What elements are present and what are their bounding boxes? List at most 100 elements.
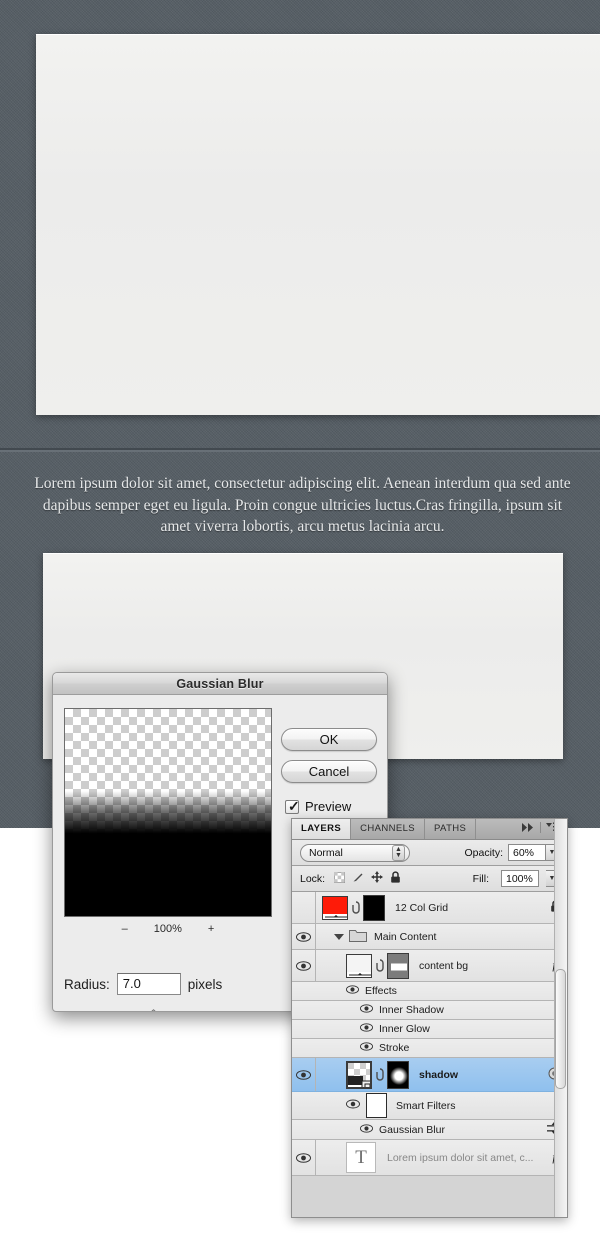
- table-row[interactable]: Smart Filters: [292, 1092, 567, 1120]
- layer-content: T Lorem ipsum dolor sit amet, c... fx: [316, 1140, 567, 1175]
- link-icon[interactable]: [375, 959, 384, 972]
- tab-bar-spacer: [476, 819, 516, 839]
- link-icon[interactable]: [351, 901, 360, 914]
- blend-mode-value: Normal: [309, 846, 343, 859]
- section-divider: [0, 448, 600, 452]
- layer-name: Gaussian Blur: [379, 1123, 445, 1136]
- tab-layers[interactable]: LAYERS: [292, 819, 352, 839]
- visibility-toggle[interactable]: [292, 1140, 316, 1175]
- preview-checkbox-row[interactable]: ✓ Preview: [285, 799, 351, 814]
- layers-panel[interactable]: LAYERS CHANNELS PATHS Normal ▲ ▼ Opacity…: [291, 818, 568, 1218]
- layer-content: Main Content: [316, 924, 567, 949]
- table-row[interactable]: Gaussian Blur: [292, 1120, 567, 1140]
- layer-name: Inner Shadow: [379, 1004, 444, 1016]
- radius-label: Radius:: [64, 976, 110, 992]
- layer-content: content bg fx: [316, 950, 567, 981]
- visibility-toggle[interactable]: [292, 950, 316, 981]
- radius-slider[interactable]: [71, 1007, 316, 1011]
- dialog-titlebar[interactable]: Gaussian Blur: [53, 673, 387, 695]
- lock-transparency-icon[interactable]: [333, 871, 346, 886]
- table-row[interactable]: Effects: [292, 982, 567, 1001]
- table-row[interactable]: Inner Glow: [292, 1020, 567, 1039]
- eye-icon[interactable]: [360, 1004, 373, 1016]
- text-layer-thumbnail[interactable]: T: [346, 1142, 376, 1173]
- zoom-in-button[interactable]: +: [208, 923, 214, 935]
- lock-fill-row: Lock: Fill: 100% ▼: [292, 866, 567, 892]
- visibility-toggle[interactable]: [292, 924, 316, 949]
- table-row[interactable]: content bg fx: [292, 950, 567, 982]
- table-row[interactable]: T Lorem ipsum dolor sit amet, c... fx: [292, 1140, 567, 1176]
- visibility-toggle[interactable]: [292, 1058, 316, 1091]
- type-icon: T: [355, 1146, 367, 1168]
- ok-button[interactable]: OK: [281, 728, 377, 751]
- eye-icon: [296, 960, 311, 971]
- lock-all-icon[interactable]: [390, 871, 401, 886]
- layer-thumbnail[interactable]: [322, 895, 348, 920]
- table-row[interactable]: Main Content: [292, 924, 567, 950]
- double-arrow-right-icon[interactable]: [522, 822, 535, 835]
- dialog-title: Gaussian Blur: [176, 676, 264, 691]
- layer-content: Effects: [316, 982, 567, 1000]
- layer-content: 12 Col Grid: [316, 892, 567, 923]
- eye-icon[interactable]: [346, 985, 359, 997]
- fill-input[interactable]: 100%: [501, 870, 539, 887]
- layer-name: Inner Glow: [379, 1023, 430, 1035]
- layers-scrollbar-thumb[interactable]: [555, 969, 566, 1089]
- layer-name: Main Content: [374, 930, 437, 943]
- opacity-label: Opacity:: [464, 846, 503, 859]
- eye-icon[interactable]: [360, 1123, 373, 1136]
- tab-channels[interactable]: CHANNELS: [351, 819, 425, 839]
- hero-content-box: [36, 34, 600, 415]
- blur-preview-thumbnail[interactable]: [64, 708, 272, 917]
- table-row[interactable]: Stroke: [292, 1039, 567, 1058]
- radius-slider-thumb[interactable]: [145, 1009, 162, 1011]
- eye-icon: [296, 1152, 311, 1163]
- preview-zoom-controls: – 100% +: [64, 923, 272, 935]
- blend-opacity-row: Normal ▲ ▼ Opacity: 60% ▼: [292, 840, 567, 866]
- radius-input[interactable]: 7.0: [116, 973, 181, 995]
- layer-name: Stroke: [379, 1042, 410, 1054]
- layer-name: Lorem ipsum dolor sit amet, c...: [387, 1151, 534, 1164]
- layer-thumbnail[interactable]: [346, 1060, 372, 1089]
- eye-icon[interactable]: [360, 1023, 373, 1035]
- layer-mask-thumbnail[interactable]: [387, 952, 409, 979]
- opacity-input[interactable]: 60%: [508, 844, 546, 861]
- preview-checkbox[interactable]: ✓: [285, 799, 300, 814]
- zoom-out-button[interactable]: –: [122, 923, 128, 935]
- layers-scrollbar[interactable]: [554, 819, 567, 1217]
- visibility-spacer: [292, 1039, 316, 1057]
- layer-thumbnail[interactable]: [346, 953, 372, 978]
- table-row[interactable]: Inner Shadow: [292, 1001, 567, 1020]
- radius-units-label: pixels: [187, 976, 223, 992]
- layer-content: Smart Filters: [316, 1092, 567, 1119]
- blur-preview-image: [65, 791, 271, 916]
- layer-mask-thumbnail[interactable]: [387, 1060, 409, 1089]
- layer-name: 12 Col Grid: [395, 901, 449, 914]
- eye-icon[interactable]: [360, 1042, 373, 1054]
- zoom-level-value: 100%: [153, 923, 182, 935]
- blend-mode-stepper-icon[interactable]: ▲ ▼: [392, 844, 405, 861]
- layer-mask-thumbnail[interactable]: [363, 894, 385, 921]
- link-icon[interactable]: [375, 1068, 384, 1081]
- visibility-spacer: [292, 1092, 316, 1119]
- lock-label: Lock:: [300, 872, 326, 885]
- visibility-spacer: [292, 982, 316, 1000]
- panel-tab-bar[interactable]: LAYERS CHANNELS PATHS: [292, 819, 567, 840]
- cancel-button[interactable]: Cancel: [281, 760, 377, 783]
- blend-mode-select[interactable]: Normal ▲ ▼: [300, 843, 410, 862]
- tab-paths[interactable]: PATHS: [425, 819, 477, 839]
- visibility-spacer: [292, 1020, 316, 1038]
- eye-icon: [296, 1069, 311, 1080]
- table-row[interactable]: 12 Col Grid: [292, 892, 567, 924]
- table-row[interactable]: shadow: [292, 1058, 567, 1092]
- layer-list[interactable]: 12 Col Grid Main Content content bg Effe…: [292, 892, 567, 1176]
- visibility-toggle[interactable]: [292, 892, 316, 923]
- layer-content: Inner Glow: [316, 1020, 567, 1038]
- visibility-spacer: [292, 1120, 316, 1139]
- lock-position-icon[interactable]: [371, 871, 384, 886]
- layer-content: shadow: [316, 1058, 567, 1091]
- chevron-down-icon[interactable]: [334, 933, 344, 940]
- eye-icon[interactable]: [346, 1099, 360, 1112]
- lock-image-icon[interactable]: [352, 871, 364, 886]
- smart-filter-mask-thumbnail[interactable]: [366, 1093, 387, 1118]
